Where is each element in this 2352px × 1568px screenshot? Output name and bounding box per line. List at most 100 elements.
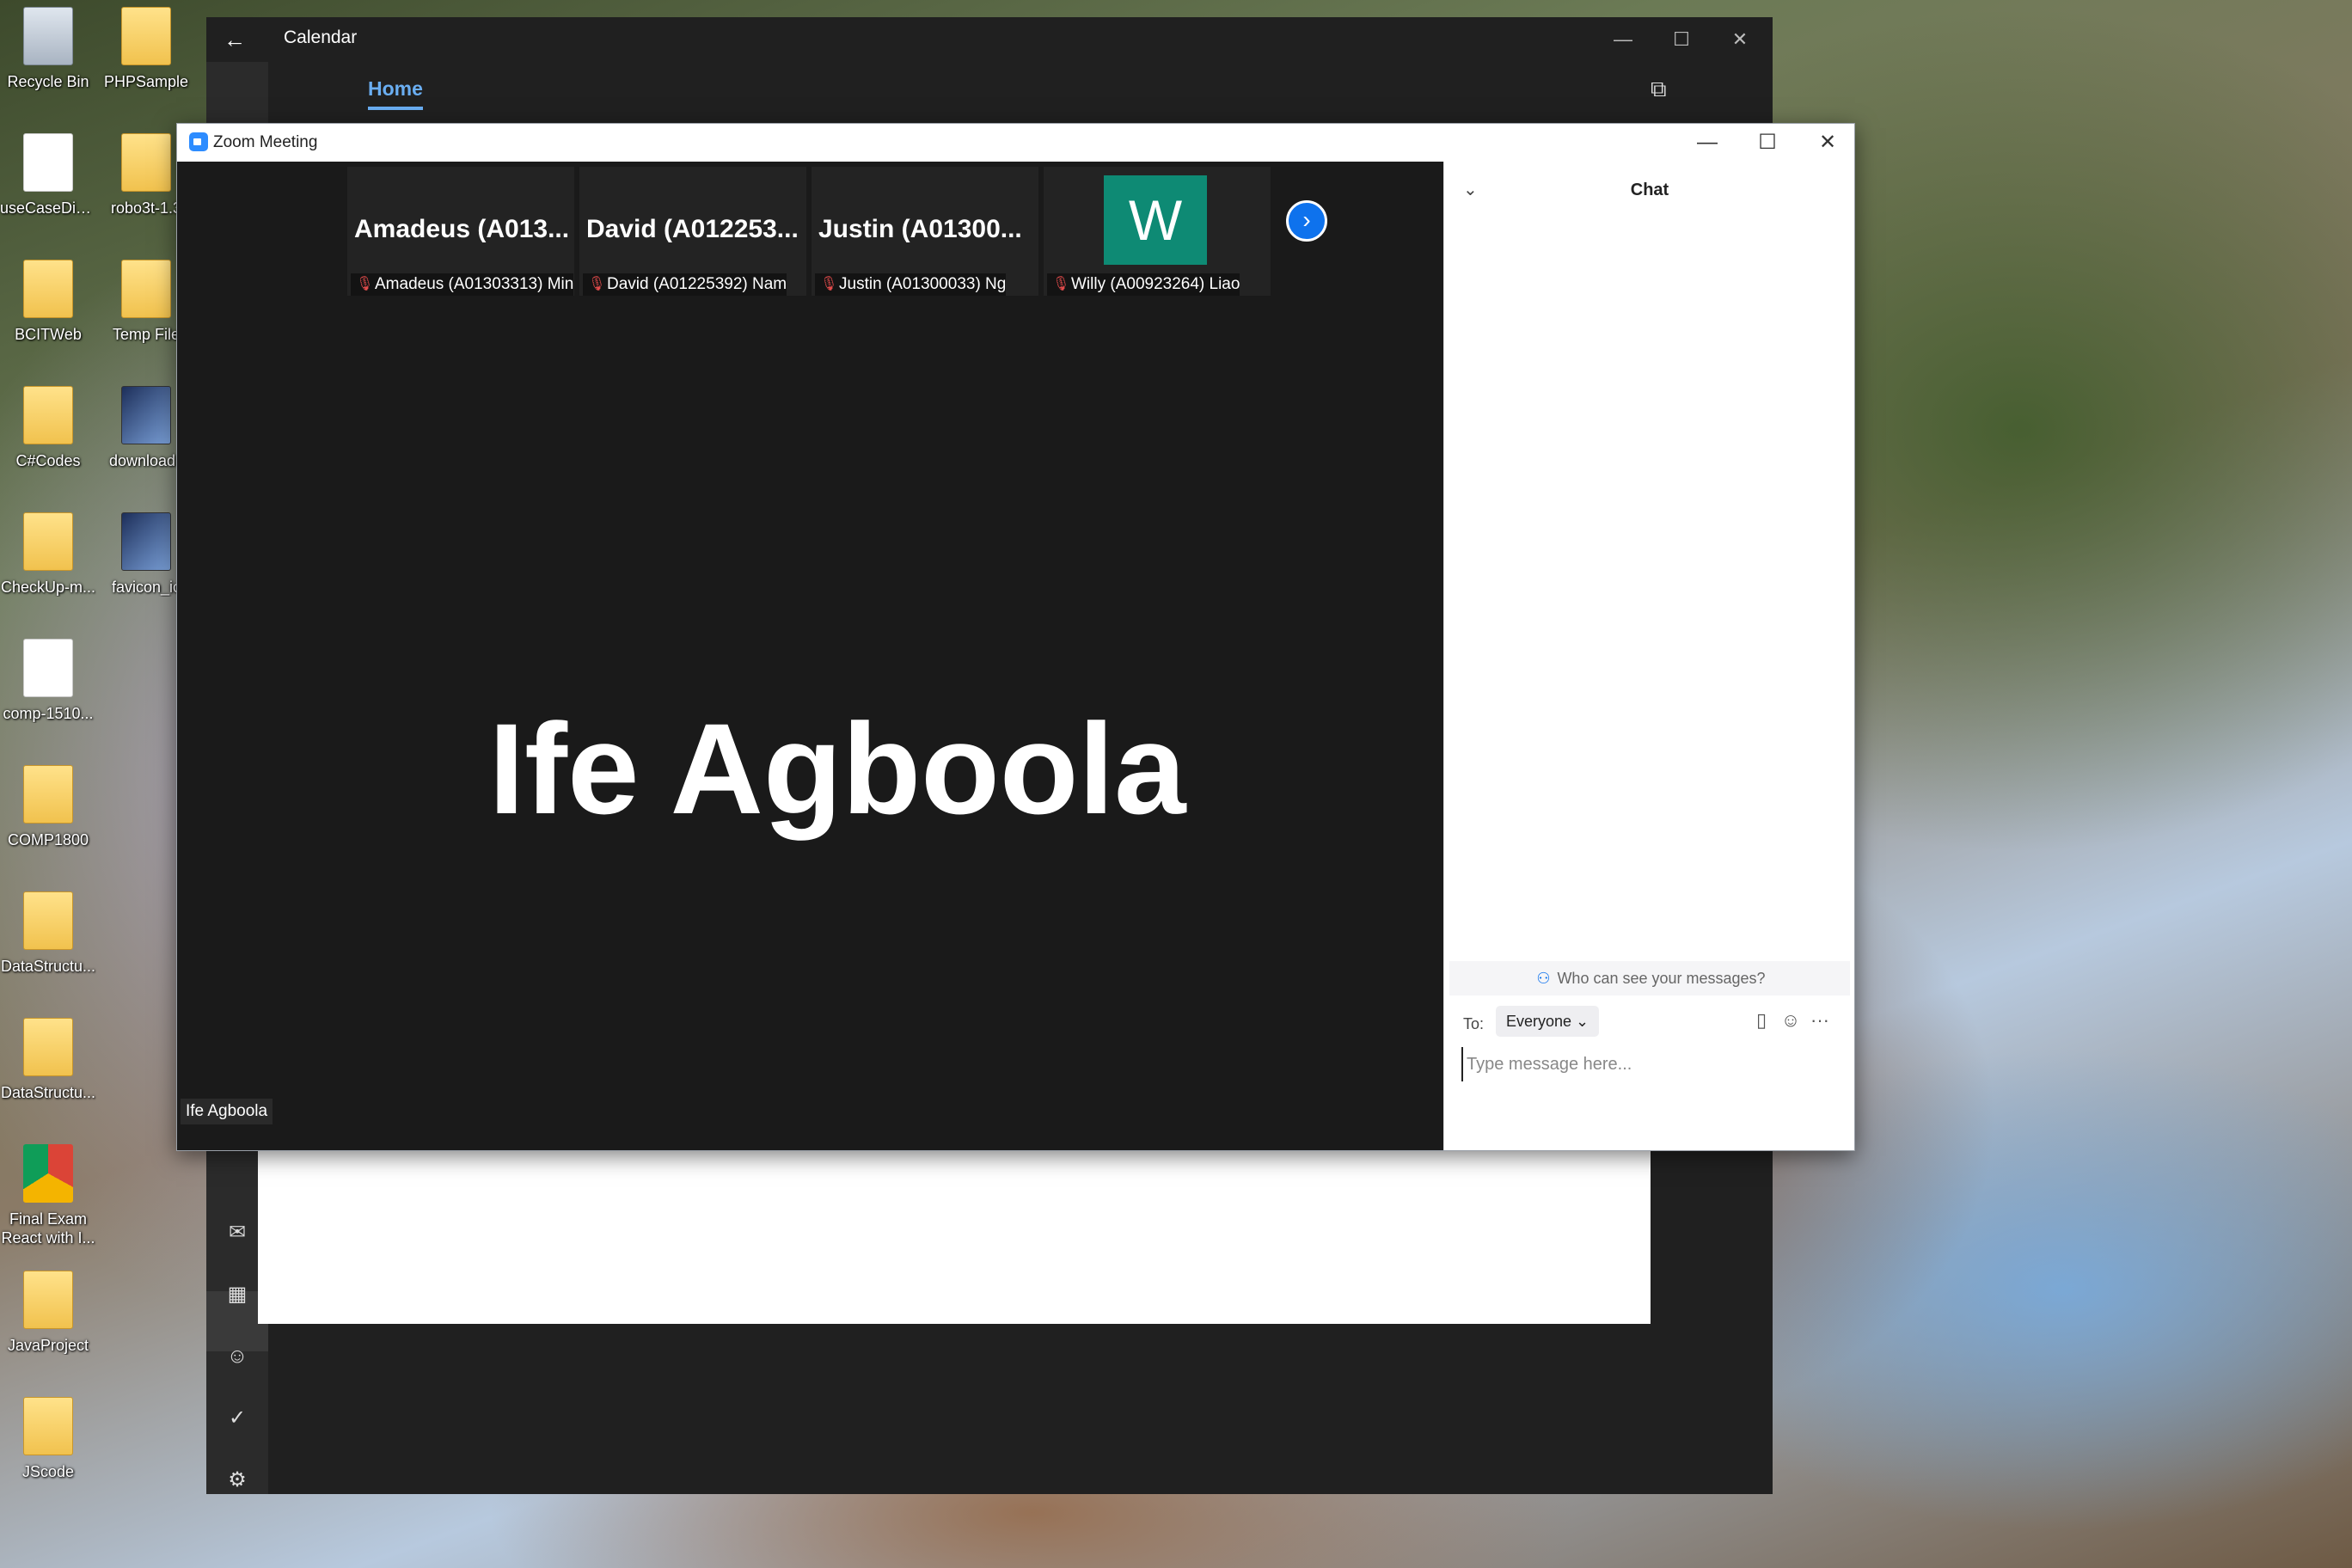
active-speaker-name: Ife Agboola (488, 696, 1186, 841)
zoom-titlebar: Zoom Meeting — ☐ ✕ (177, 124, 1854, 162)
zoom-minimize-button[interactable]: — (1677, 124, 1737, 162)
popout-icon[interactable]: ⧉ (1651, 76, 1681, 107)
participant-label-text: Willy (A00923264) Liao (1071, 275, 1240, 293)
chat-message-input[interactable] (1461, 1047, 1840, 1081)
folder-icon (23, 1397, 73, 1455)
image-file-icon (121, 386, 171, 444)
desktop-icon-jscode[interactable]: JScode (0, 1390, 96, 1510)
folder-icon (23, 765, 73, 824)
folder-icon (121, 260, 171, 318)
emoji-icon[interactable]: ☺ (1778, 1008, 1804, 1033)
folder-icon (121, 133, 171, 192)
video-area: Amadeus (A013... 🎙 Amadeus (A01303313) M… (177, 162, 1443, 1150)
desktop-icon-label: comp-1510... (3, 705, 94, 722)
chat-title: Chat (1630, 181, 1669, 199)
desktop-icon-comp1510[interactable]: comp-1510... (0, 632, 96, 752)
desktop-icon-final-exam[interactable]: Final Exam React with I... (0, 1137, 96, 1266)
desktop-icon-javaproject[interactable]: JavaProject (0, 1264, 96, 1384)
calendar-minimize-button[interactable]: — (1594, 17, 1652, 62)
participant-label-text: Amadeus (A01303313) Min (375, 275, 574, 293)
participant-name-big: David (A012253... (586, 215, 799, 243)
participant-label-text: David (A01225392) Nam (607, 275, 787, 293)
more-icon[interactable]: ··· (1807, 1008, 1833, 1033)
who-can-see-text: Who can see your messages? (1557, 970, 1766, 987)
participant-tile[interactable]: Justin (A01300... 🎙 Justin (A01300033) N… (812, 167, 1038, 296)
folder-icon (23, 386, 73, 444)
calendar-titlebar: ← Calendar — ☐ ✕ (206, 17, 1773, 62)
file-icon (23, 639, 73, 697)
calendar-close-button[interactable]: ✕ (1711, 17, 1769, 62)
desktop-icon-csharp-codes[interactable]: C#Codes (0, 379, 96, 499)
todo-icon[interactable]: ✓ (222, 1403, 253, 1434)
desktop-icon-label: useCaseDia... (0, 199, 96, 217)
tab-home[interactable]: Home (368, 77, 423, 101)
desktop-icon-label: BCITWeb (15, 326, 82, 343)
calendar-icon[interactable]: ▦ (222, 1279, 253, 1310)
desktop-icon-comp1800[interactable]: COMP1800 (0, 758, 96, 879)
desktop-icon-datastructures-1[interactable]: DataStructu... (0, 885, 96, 1005)
participant-name-big: Justin (A01300... (818, 215, 1022, 243)
desktop-icon-checkup[interactable]: CheckUp-m... (0, 505, 96, 626)
folder-icon (23, 260, 73, 318)
participant-label: 🎙 Willy (A00923264) Liao (1047, 273, 1240, 296)
participant-label: 🎙 David (A01225392) Nam (583, 273, 787, 296)
zoom-close-button[interactable]: ✕ (1798, 124, 1858, 162)
zoom-title: Zoom Meeting (213, 133, 318, 151)
participant-label: 🎙 Justin (A01300033) Ng (815, 273, 1007, 296)
chrome-shortcut-icon (23, 1144, 73, 1203)
desktop-icon-label: JavaProject (7, 1337, 89, 1354)
back-arrow-icon[interactable]: ← (224, 26, 254, 53)
folder-icon (121, 7, 171, 65)
mic-muted-icon: 🎙 (820, 277, 838, 291)
folder-icon (23, 891, 73, 950)
mic-muted-icon: 🎙 (356, 277, 374, 291)
desktop-icon-label: DataStructu... (0, 1084, 96, 1101)
desktop-icon-recycle-bin[interactable]: Recycle Bin (0, 0, 96, 120)
next-page-arrow-icon[interactable]: › (1286, 200, 1327, 242)
recycle-bin-icon (23, 7, 73, 65)
file-icon[interactable]: ▯ (1749, 1008, 1774, 1033)
recipient-select[interactable]: Everyone ⌄ (1496, 1006, 1600, 1037)
file-icon (23, 133, 73, 192)
active-speaker-label: Ife Agboola (181, 1099, 273, 1124)
folder-icon (23, 1271, 73, 1329)
desktop-icon-label: JScode (21, 1463, 75, 1480)
people-icon[interactable]: ☺ (222, 1341, 253, 1372)
participant-tile[interactable]: Amadeus (A013... 🎙 Amadeus (A01303313) M… (347, 167, 574, 296)
participant-name-big: Amadeus (A013... (354, 215, 570, 243)
participant-label-text: Justin (A01300033) Ng (839, 275, 1007, 293)
calendar-title: Calendar (284, 28, 358, 47)
desktop-icon-label: COMP1800 (7, 831, 89, 848)
zoom-maximize-button[interactable]: ☐ (1737, 124, 1798, 162)
participant-label: 🎙 Amadeus (A01303313) Min (351, 273, 574, 296)
desktop-icon-label: Recycle Bin (7, 73, 89, 90)
zoom-logo-icon (189, 132, 208, 151)
desktop-icon-datastructures-2[interactable]: DataStructu... (0, 1011, 96, 1131)
desktop-icon-label: DataStructu... (0, 958, 96, 975)
people-icon: ⚇ (1536, 970, 1551, 987)
desktop-icon-label: Final Exam React with I... (1, 1210, 95, 1246)
calendar-content-area (258, 1150, 1651, 1324)
chat-panel: ⌄ Chat ⚇ Who can see your messages? To: … (1443, 162, 1854, 1150)
desktop-icon-phpsample[interactable]: PHPSample (98, 0, 194, 120)
mail-icon[interactable]: ✉ (222, 1217, 253, 1248)
desktop-icon-label: PHPSample (103, 73, 189, 90)
desktop-icons: Recycle Bin PHPSample useCaseDia... robo… (0, 0, 198, 1568)
folder-icon (23, 1018, 73, 1076)
to-label: To: (1463, 1015, 1485, 1032)
who-can-see-messages[interactable]: ⚇ Who can see your messages? (1449, 961, 1850, 995)
participant-tile[interactable]: David (A012253... 🎙 David (A01225392) Na… (579, 167, 806, 296)
mic-muted-icon: 🎙 (588, 277, 606, 291)
zoom-window: Zoom Meeting — ☐ ✕ Amadeus (A013... 🎙 Am… (176, 123, 1855, 1151)
mic-muted-icon: 🎙 (1052, 277, 1070, 291)
participant-tile[interactable]: W 🎙 Willy (A00923264) Liao (1044, 167, 1271, 296)
image-file-icon (121, 512, 171, 571)
participant-strip: Amadeus (A013... 🎙 Amadeus (A01303313) M… (347, 167, 1272, 296)
avatar: W (1104, 175, 1207, 265)
desktop-icon-usecase[interactable]: useCaseDia... (0, 126, 96, 247)
settings-icon[interactable]: ⚙ (222, 1465, 253, 1496)
folder-icon (23, 512, 73, 571)
desktop-icon-label: CheckUp-m... (0, 579, 96, 596)
desktop-icon-bcitweb[interactable]: BCITWeb (0, 253, 96, 373)
calendar-maximize-button[interactable]: ☐ (1652, 17, 1711, 62)
